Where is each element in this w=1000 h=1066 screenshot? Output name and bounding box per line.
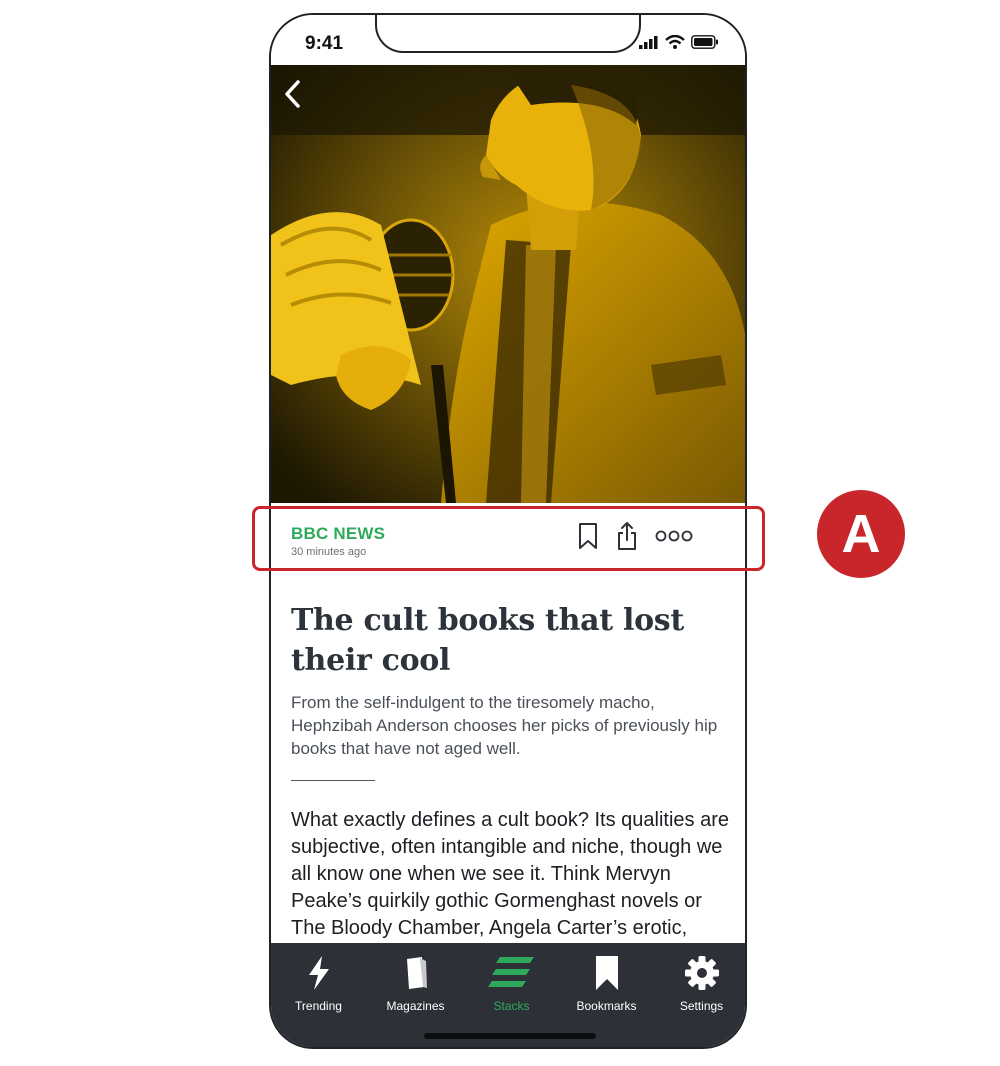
tab-label: Stacks	[493, 999, 530, 1013]
tab-label: Magazines	[386, 999, 445, 1013]
tab-settings[interactable]: Settings	[654, 943, 745, 1023]
tab-magazines[interactable]: Magazines	[368, 943, 463, 1023]
tab-bar: Trending Magazines Stacks Bookmarks Sett…	[271, 943, 745, 1047]
annotation-badge: A	[817, 490, 905, 578]
battery-icon	[691, 35, 719, 54]
wifi-icon	[665, 34, 685, 54]
cellular-signal-icon	[639, 35, 659, 54]
article-headline: The cult books that lost their cool	[291, 603, 684, 678]
article-content: The cult books that lost their cool From…	[291, 601, 729, 942]
status-time: 9:41	[305, 33, 344, 54]
chevron-left-icon	[285, 80, 300, 108]
home-indicator	[424, 1033, 596, 1039]
bookmark-icon	[593, 955, 621, 996]
divider	[291, 780, 375, 781]
magazine-icon	[402, 955, 430, 996]
notch	[375, 15, 641, 53]
annotation-highlight-box	[252, 506, 765, 571]
article-body: What exactly defines a cult book? Its qu…	[291, 809, 729, 939]
article-dek: From the self-indulgent to the tiresomel…	[291, 693, 718, 758]
back-button[interactable]	[277, 77, 311, 111]
tab-label: Trending	[295, 999, 342, 1013]
tab-label: Bookmarks	[576, 999, 637, 1013]
hero-image	[271, 65, 745, 503]
gear-icon	[684, 955, 720, 996]
tab-label: Settings	[679, 999, 724, 1013]
status-icons	[639, 34, 719, 54]
stacks-icon	[486, 955, 538, 996]
lightning-icon	[305, 955, 333, 996]
tab-bookmarks[interactable]: Bookmarks	[559, 943, 654, 1023]
tab-trending[interactable]: Trending	[271, 943, 366, 1023]
hero-photo	[271, 65, 745, 503]
tab-stacks[interactable]: Stacks	[464, 943, 559, 1023]
